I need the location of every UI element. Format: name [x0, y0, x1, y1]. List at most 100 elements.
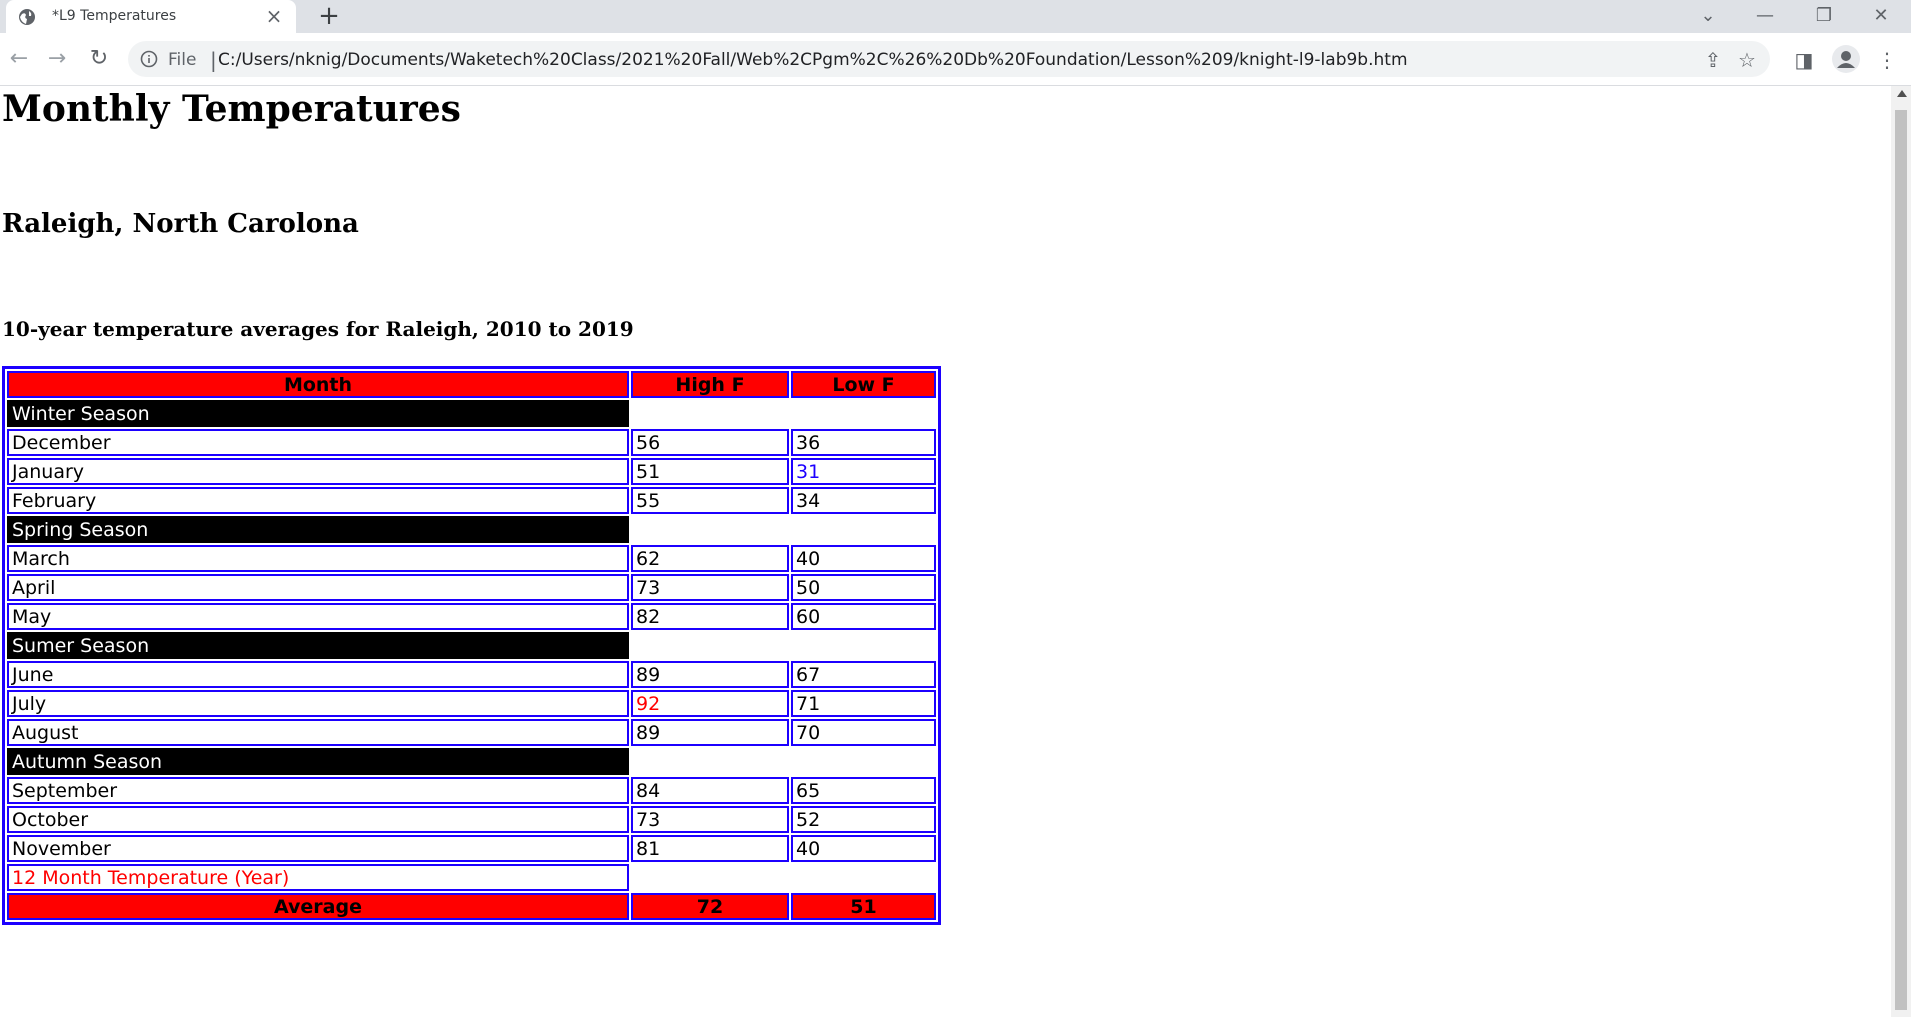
month-cell: September: [7, 777, 629, 804]
month-cell: November: [7, 835, 629, 862]
low-cell-record: 31: [791, 458, 936, 485]
empty-cell: [791, 748, 936, 775]
empty-cell: [631, 632, 789, 659]
month-cell: May: [7, 603, 629, 630]
month-cell: December: [7, 429, 629, 456]
empty-cell: [631, 400, 789, 427]
side-panel-icon[interactable]: ◨: [1791, 47, 1817, 73]
globe-icon: [19, 9, 35, 25]
header-month: Month: [7, 371, 629, 398]
star-icon[interactable]: ☆: [1736, 49, 1758, 71]
season-label: Sumer Season: [7, 632, 629, 659]
month-cell: July: [7, 690, 629, 717]
high-cell: 73: [631, 574, 789, 601]
footer-average-high: 72: [631, 893, 789, 920]
address-bar[interactable]: File | C:/Users/nknig/Documents/Waketech…: [128, 41, 1770, 77]
month-cell: March: [7, 545, 629, 572]
high-cell: 82: [631, 603, 789, 630]
header-high: High F: [631, 371, 789, 398]
table-row: January 51 31: [7, 458, 936, 485]
high-cell: 62: [631, 545, 789, 572]
page-viewport: Monthly Temperatures Raleigh, North Caro…: [0, 86, 1891, 1017]
url-divider: |: [210, 48, 217, 72]
empty-cell: [791, 516, 936, 543]
browser-tab[interactable]: *L9 Temperatures ×: [6, 0, 296, 33]
month-cell: October: [7, 806, 629, 833]
year-label: 12 Month Temperature (Year): [7, 864, 629, 891]
restore-icon[interactable]: ❐: [1809, 4, 1839, 28]
table-row: April 73 50: [7, 574, 936, 601]
low-cell: 40: [791, 835, 936, 862]
header-low: Low F: [791, 371, 936, 398]
high-cell: 51: [631, 458, 789, 485]
close-icon[interactable]: ×: [264, 6, 284, 26]
empty-cell: [791, 632, 936, 659]
table-row: November 81 40: [7, 835, 936, 862]
empty-cell: [631, 516, 789, 543]
menu-icon[interactable]: ⋮: [1874, 47, 1900, 73]
season-label: Spring Season: [7, 516, 629, 543]
table-row: September 84 65: [7, 777, 936, 804]
season-row: Winter Season: [7, 400, 936, 427]
info-icon[interactable]: [140, 50, 158, 68]
low-cell: 52: [791, 806, 936, 833]
month-cell: February: [7, 487, 629, 514]
high-cell: 55: [631, 487, 789, 514]
tab-strip: *L9 Temperatures × + ⌄ — ❐ ✕: [0, 0, 1911, 33]
scroll-thumb[interactable]: [1895, 110, 1907, 1010]
table-row: May 82 60: [7, 603, 936, 630]
low-cell: 71: [791, 690, 936, 717]
table-row: July 92 71: [7, 690, 936, 717]
page-title: Monthly Temperatures: [2, 88, 461, 130]
low-cell: 34: [791, 487, 936, 514]
share-icon[interactable]: ⇪: [1702, 49, 1724, 71]
scroll-up-arrow-icon[interactable]: [1897, 90, 1907, 97]
profile-icon[interactable]: [1832, 45, 1860, 73]
url-text[interactable]: C:/Users/nknig/Documents/Waketech%20Clas…: [218, 50, 1408, 70]
season-row: Autumn Season: [7, 748, 936, 775]
high-cell: 73: [631, 806, 789, 833]
low-cell: 50: [791, 574, 936, 601]
empty-cell: [631, 748, 789, 775]
footer-average-label: Average: [7, 893, 629, 920]
low-cell: 36: [791, 429, 936, 456]
file-label: File: [168, 50, 197, 70]
season-label: Winter Season: [7, 400, 629, 427]
season-row: Spring Season: [7, 516, 936, 543]
chevron-down-icon[interactable]: ⌄: [1693, 4, 1723, 28]
table-row: October 73 52: [7, 806, 936, 833]
footer-average-low: 51: [791, 893, 936, 920]
reload-icon[interactable]: ↻: [84, 45, 114, 75]
high-cell: 84: [631, 777, 789, 804]
high-cell-record: 92: [631, 690, 789, 717]
month-cell: June: [7, 661, 629, 688]
table-caption: 10-year temperature averages for Raleigh…: [2, 317, 634, 341]
table-row: February 55 34: [7, 487, 936, 514]
city-heading: Raleigh, North Carolona: [2, 209, 359, 239]
low-cell: 40: [791, 545, 936, 572]
table-row: June 89 67: [7, 661, 936, 688]
empty-cell: [631, 864, 789, 891]
high-cell: 81: [631, 835, 789, 862]
back-icon[interactable]: ←: [4, 45, 34, 75]
month-cell: January: [7, 458, 629, 485]
season-label: Autumn Season: [7, 748, 629, 775]
high-cell: 89: [631, 661, 789, 688]
low-cell: 67: [791, 661, 936, 688]
avatar-glyph: [1837, 51, 1855, 68]
browser-toolbar: ← → ↻ File | C:/Users/nknig/Documents/Wa…: [0, 33, 1911, 86]
year-label-row: 12 Month Temperature (Year): [7, 864, 936, 891]
vertical-scrollbar[interactable]: [1891, 86, 1911, 1017]
table-row: August 89 70: [7, 719, 936, 746]
low-cell: 60: [791, 603, 936, 630]
minimize-icon[interactable]: —: [1750, 4, 1780, 28]
plus-icon[interactable]: +: [316, 3, 342, 30]
temperature-table: Month High F Low F Winter Season Decembe…: [2, 366, 941, 925]
forward-icon[interactable]: →: [42, 45, 72, 75]
low-cell: 65: [791, 777, 936, 804]
close-icon[interactable]: ✕: [1866, 4, 1896, 28]
month-cell: April: [7, 574, 629, 601]
empty-cell: [791, 864, 936, 891]
high-cell: 89: [631, 719, 789, 746]
table-row: March 62 40: [7, 545, 936, 572]
